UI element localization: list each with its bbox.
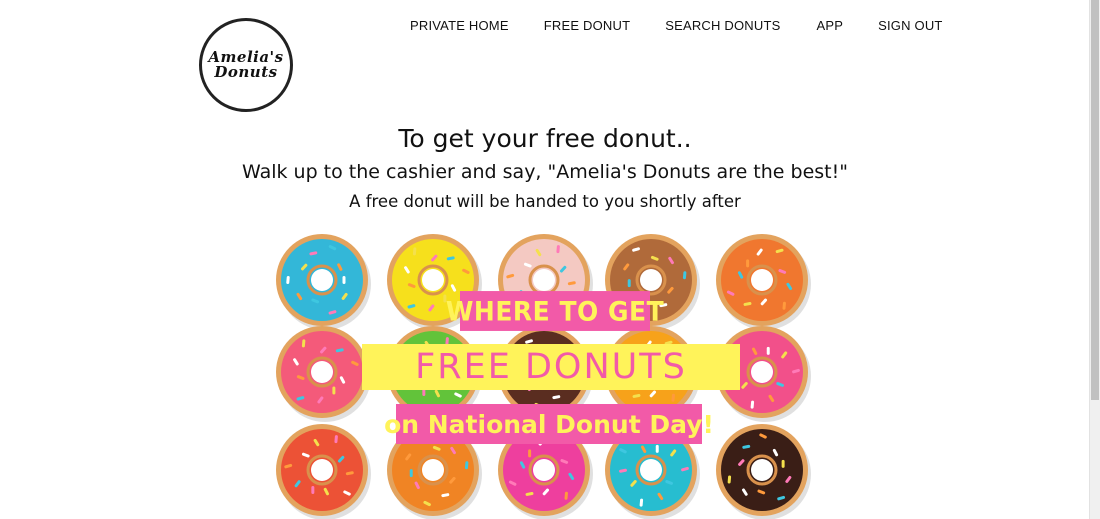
top-navigation: PRIVATE HOME FREE DONUT SEARCH DONUTS AP… bbox=[410, 18, 943, 33]
instruction-line-2: A free donut will be handed to you short… bbox=[349, 192, 741, 211]
banner-where-to-get: WHERE TO GET bbox=[446, 291, 664, 331]
instruction-line-1: Walk up to the cashier and say, "Amelia'… bbox=[242, 161, 848, 183]
amelias-donuts-logo[interactable]: Amelia's Donuts bbox=[199, 18, 293, 112]
nav-search-donuts[interactable]: SEARCH DONUTS bbox=[665, 18, 780, 33]
donut-r2-c1 bbox=[276, 326, 371, 422]
scrollbar-thumb[interactable] bbox=[1091, 0, 1099, 400]
banner-free-donuts: FREE DONUTS bbox=[362, 344, 740, 390]
page: Amelia's Donuts PRIVATE HOME FREE DONUT … bbox=[0, 0, 1100, 519]
banner-national-donut-day: on National Donut Day! bbox=[384, 404, 714, 444]
nav-sign-out[interactable]: SIGN OUT bbox=[878, 18, 942, 33]
nav-free-donut[interactable]: FREE DONUT bbox=[544, 18, 631, 33]
nav-app[interactable]: APP bbox=[817, 18, 844, 33]
vertical-scrollbar[interactable] bbox=[1089, 0, 1100, 519]
free-donuts-hero-image: WHERE TO GET FREE DONUTS on National Don… bbox=[268, 232, 812, 519]
nav-private-home[interactable]: PRIVATE HOME bbox=[410, 18, 509, 33]
donut-r3-c5 bbox=[716, 424, 811, 519]
logo-line-2: Donuts bbox=[214, 63, 278, 81]
donut-r1-c1 bbox=[276, 234, 371, 330]
page-title: To get your free donut.. bbox=[398, 124, 692, 153]
donut-r3-c1 bbox=[276, 424, 371, 519]
donut-r1-c5 bbox=[716, 234, 811, 330]
